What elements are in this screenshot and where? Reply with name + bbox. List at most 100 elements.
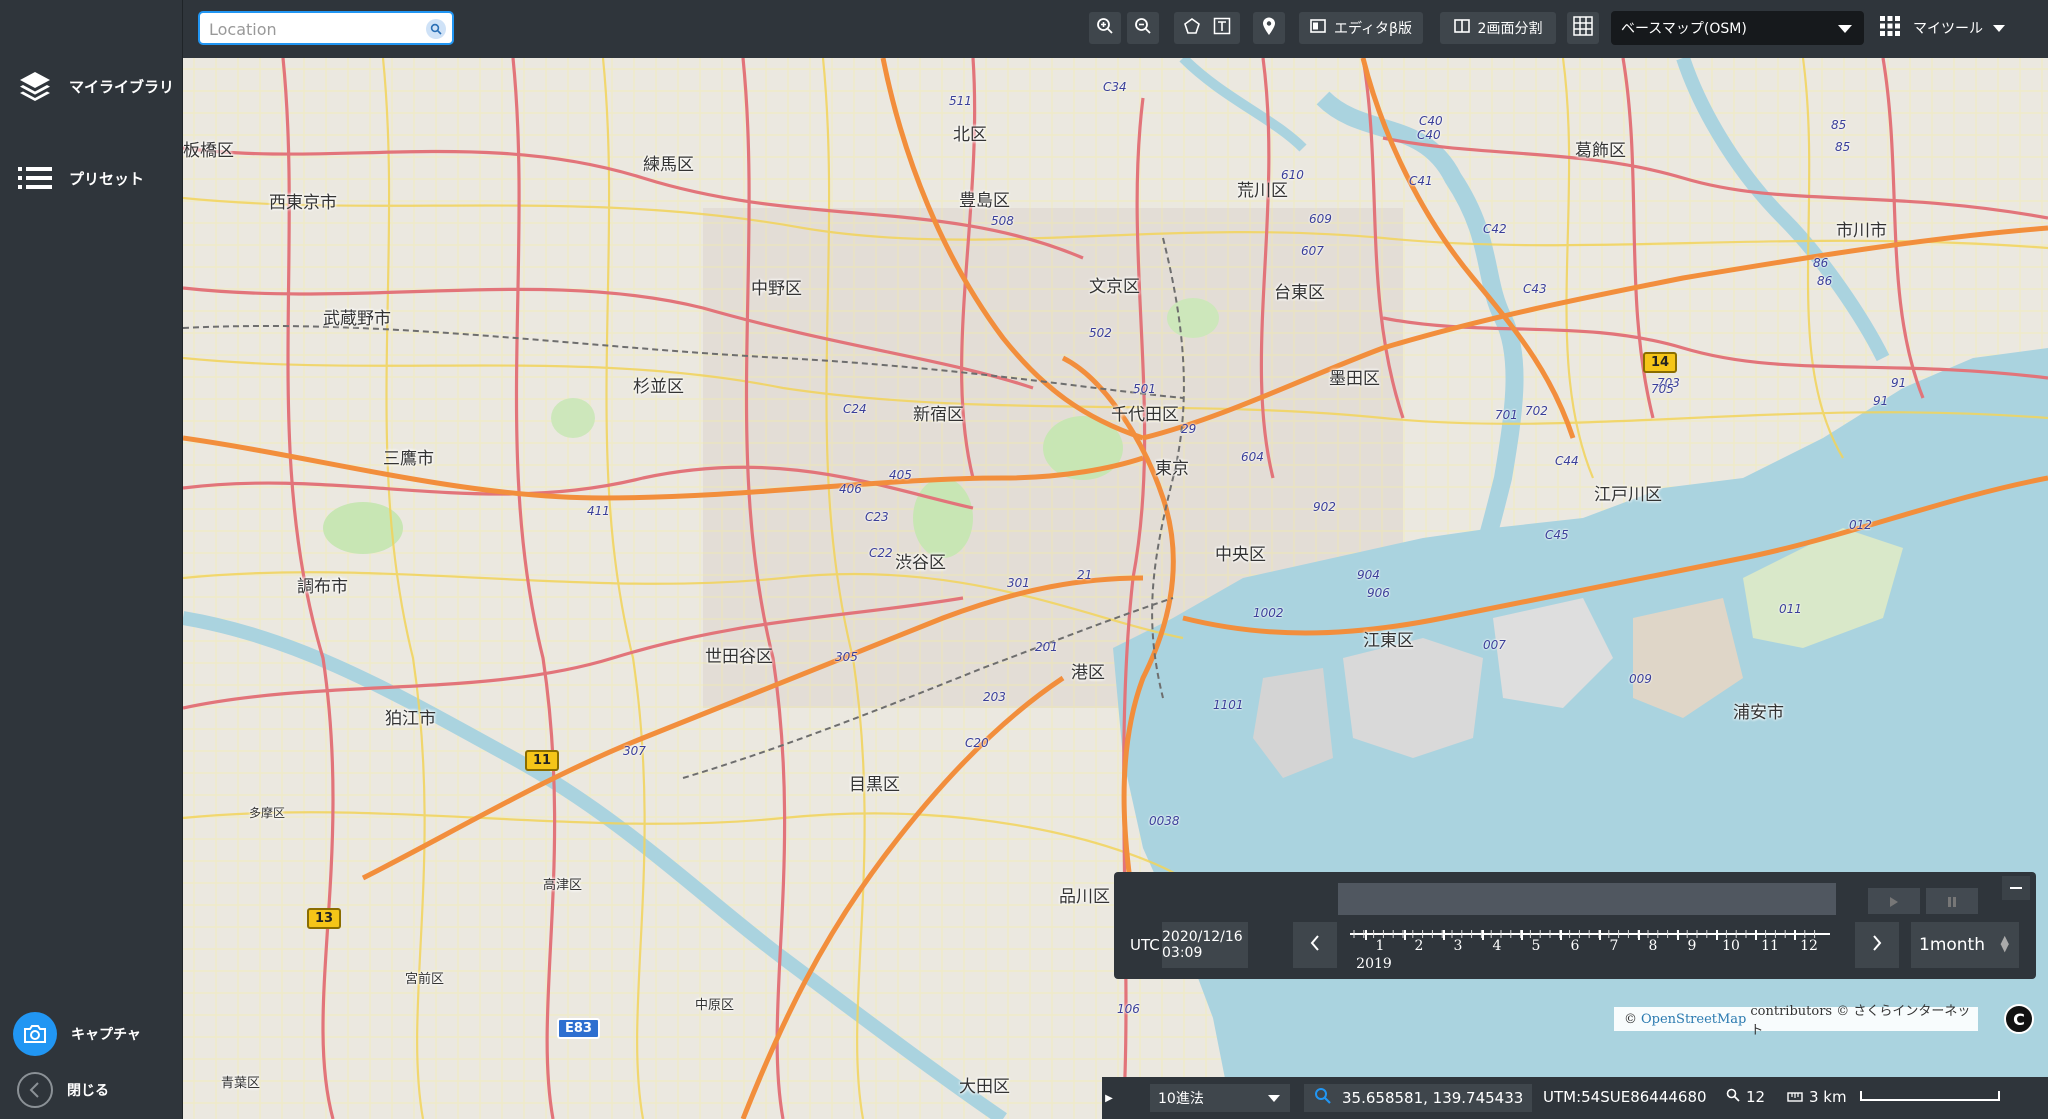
statusbar-toggle[interactable]: ▶ xyxy=(1102,1077,1116,1119)
route-shield: 11 xyxy=(525,750,560,771)
close-label: 閉じる xyxy=(67,1083,109,1099)
period-select[interactable]: 1month ▲ ▼ xyxy=(1911,922,2019,968)
chevron-down-icon xyxy=(1993,24,2005,32)
search-input[interactable] xyxy=(209,17,419,41)
polygon-icon[interactable] xyxy=(1183,17,1201,39)
app-root: マイライブラリ プリセット キャプチャ 閉じる Location エディタβ版 … xyxy=(0,0,2048,1119)
editor-beta-button[interactable]: エディタβ版 xyxy=(1299,12,1423,44)
place-label: 西東京市 xyxy=(269,193,337,213)
road-number: 86 xyxy=(1813,256,1829,270)
place-label: 文京区 xyxy=(1089,277,1140,297)
place-label: 渋谷区 xyxy=(895,553,946,573)
zoom-out-button[interactable] xyxy=(1127,12,1159,44)
road-number: 012 xyxy=(1849,518,1872,532)
road-number: 307 xyxy=(623,744,646,758)
next-period-button[interactable] xyxy=(1855,922,1899,968)
map-pin-icon xyxy=(1261,16,1277,40)
attribution-suffix: contributors © さくらインターネット xyxy=(1750,1004,1971,1038)
basemap-select[interactable]: ベースマップ(OSM) xyxy=(1611,11,1864,45)
month-tick-label: 11 xyxy=(1761,938,1779,954)
top-toolbar: エディタβ版 2画面分割 ベースマップ(OSM) マイツール xyxy=(183,0,2048,58)
status-bar: ▶ 10進法 35.658581, 139.745433 UTM:54SUE86… xyxy=(1102,1077,2048,1119)
pause-button[interactable] xyxy=(1926,888,1978,914)
draw-tools-group xyxy=(1174,12,1240,44)
close-button[interactable]: 閉じる xyxy=(0,1065,183,1115)
place-label: 品川区 xyxy=(1059,887,1110,907)
utc-label: UTC xyxy=(1130,936,1160,954)
search-icon[interactable] xyxy=(426,19,446,39)
place-label: 葛飾区 xyxy=(1575,141,1626,161)
layers-icon xyxy=(15,66,55,106)
split-screen-button[interactable]: 2画面分割 xyxy=(1440,12,1556,44)
route-shield: 13 xyxy=(307,908,342,929)
place-label: 豊島区 xyxy=(959,191,1010,211)
road-number: C45 xyxy=(1545,528,1569,542)
road-number: C34 xyxy=(1103,80,1127,94)
copyright-icon: C xyxy=(2013,1009,2025,1029)
magnifier-icon xyxy=(1726,1088,1740,1106)
split-view-icon xyxy=(1453,19,1470,37)
place-label: 江戸川区 xyxy=(1594,485,1662,505)
time-range-track[interactable] xyxy=(1338,883,1836,915)
place-label: 宮前区 xyxy=(405,972,445,987)
road-number: 1101 xyxy=(1213,698,1244,712)
road-number: 902 xyxy=(1313,500,1336,514)
coordinate-display[interactable]: 35.658581, 139.745433 xyxy=(1304,1084,1532,1112)
capture-label: キャプチャ xyxy=(71,1027,141,1043)
apps-grid-icon xyxy=(1879,15,1901,41)
road-number: 610 xyxy=(1281,168,1304,182)
month-tick-label: 9 xyxy=(1688,938,1697,954)
coordinate-format-select[interactable]: 10進法 xyxy=(1150,1084,1290,1112)
sidebar-item-presets[interactable]: プリセット xyxy=(0,150,183,206)
place-label: 中央区 xyxy=(1215,545,1266,565)
play-button[interactable] xyxy=(1868,888,1920,914)
coordinates-value: 35.658581, 139.745433 xyxy=(1342,1089,1524,1107)
marker-button[interactable] xyxy=(1253,12,1285,44)
month-tick-label: 4 xyxy=(1493,938,1502,954)
chevron-down-icon xyxy=(1268,1095,1280,1102)
coordinate-format-value: 10進法 xyxy=(1158,1091,1204,1107)
road-number: 203 xyxy=(983,690,1006,704)
road-number: C23 xyxy=(865,510,889,524)
sidebar-item-my-library[interactable]: マイライブラリ xyxy=(0,58,183,114)
place-label: 世田谷区 xyxy=(705,647,773,667)
up-down-arrows-icon: ▲ ▼ xyxy=(2000,933,2009,954)
road-number: 007 xyxy=(1483,638,1506,652)
month-ruler-svg: 1 2 3 4 5 6 7 8 9 10 11 122019 xyxy=(1350,926,1830,972)
chevron-down-icon xyxy=(1838,25,1852,33)
place-label: 調布市 xyxy=(297,577,348,597)
place-label: 板橋区 xyxy=(183,141,234,161)
grid-button[interactable] xyxy=(1567,12,1599,44)
road-number: 501 xyxy=(1133,382,1156,396)
pause-icon xyxy=(1948,892,1956,911)
chevron-right-icon xyxy=(1872,935,1882,955)
place-label: 港区 xyxy=(1071,663,1105,683)
zoom-level: 12 xyxy=(1726,1088,1765,1106)
place-label: 三鷹市 xyxy=(383,449,434,469)
road-number: 85 xyxy=(1831,118,1847,132)
copyright-button[interactable]: C xyxy=(2004,1004,2034,1034)
place-label: 武蔵野市 xyxy=(323,309,391,329)
route-shield: 14 xyxy=(1643,352,1678,373)
road-number: 508 xyxy=(991,214,1014,228)
road-number: 106 xyxy=(1117,1002,1140,1016)
road-number: 301 xyxy=(1007,576,1030,590)
place-label: 東京 xyxy=(1155,459,1189,479)
previous-period-button[interactable] xyxy=(1293,922,1337,968)
openstreetmap-link[interactable]: OpenStreetMap xyxy=(1641,1012,1746,1027)
minimize-button[interactable] xyxy=(2002,876,2030,900)
datetime-display[interactable]: 2020/12/16 03:09 xyxy=(1162,922,1248,968)
capture-button[interactable]: キャプチャ xyxy=(0,1009,183,1059)
scale-bar xyxy=(1860,1091,2000,1101)
my-tools-button[interactable]: マイツール xyxy=(1879,11,2019,45)
place-label: 千代田区 xyxy=(1111,405,1179,425)
month-ruler[interactable]: 1 2 3 4 5 6 7 8 9 10 11 12 2019 xyxy=(1350,926,1830,974)
road-number: 502 xyxy=(1089,326,1112,340)
split-screen-label: 2画面分割 xyxy=(1477,21,1543,37)
zoom-in-button[interactable] xyxy=(1089,12,1121,44)
my-tools-label: マイツール xyxy=(1913,21,1983,37)
month-tick-label: 2 xyxy=(1415,938,1424,954)
text-tool-icon[interactable] xyxy=(1213,17,1231,39)
month-tick-label: 6 xyxy=(1571,938,1580,954)
place-label: 狛江市 xyxy=(385,709,436,729)
